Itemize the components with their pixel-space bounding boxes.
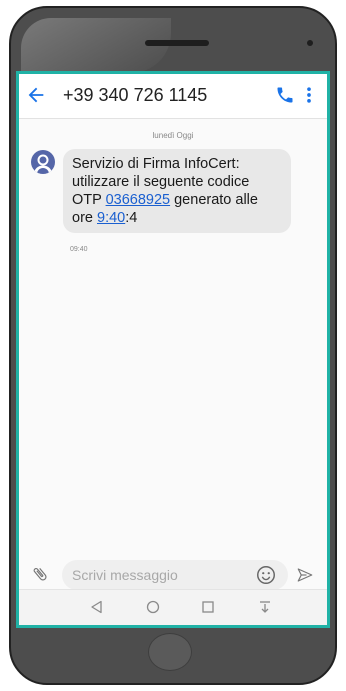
hardware-home-button[interactable] (148, 633, 192, 671)
more-vert-icon[interactable] (302, 85, 316, 105)
contact-title: +39 340 726 1145 (63, 85, 208, 105)
nav-home-icon[interactable] (145, 599, 161, 615)
front-camera (307, 40, 313, 46)
message-text-end: :4 (125, 210, 138, 226)
emoji-icon[interactable] (255, 564, 277, 586)
earpiece-speaker (145, 40, 209, 46)
send-icon[interactable] (296, 566, 314, 584)
message-timestamp: 09:40 (70, 246, 88, 253)
nav-notification-icon[interactable] (257, 599, 273, 615)
person-icon[interactable] (31, 150, 55, 174)
nav-back-icon[interactable] (89, 599, 105, 615)
messaging-app: +39 340 726 1145 lunedì Oggi Servizio di… (19, 74, 327, 625)
paperclip-icon[interactable] (31, 565, 49, 583)
nav-recents-icon[interactable] (200, 599, 216, 615)
message-bubble[interactable]: Servizio di Firma InfoCert: utilizzare i… (63, 149, 291, 233)
system-nav-bar (19, 589, 327, 625)
time-link[interactable]: 9:40 (97, 210, 125, 226)
phone-icon[interactable] (275, 85, 295, 105)
back-arrow-icon[interactable] (25, 84, 47, 106)
phone-screen: +39 340 726 1145 lunedì Oggi Servizio di… (16, 71, 330, 628)
app-bar: +39 340 726 1145 (19, 74, 327, 119)
date-separator: lunedì Oggi (152, 131, 194, 140)
otp-code-link[interactable]: 03668925 (106, 192, 171, 208)
